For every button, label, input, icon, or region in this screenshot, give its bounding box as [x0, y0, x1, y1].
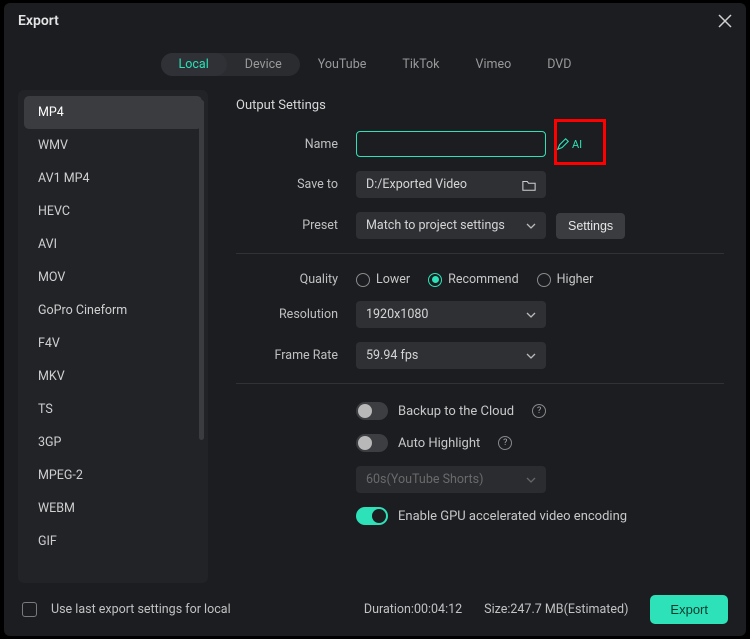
format-item-gopro[interactable]: GoPro Cineform — [24, 294, 202, 327]
format-item-mp4[interactable]: MP4 — [24, 96, 202, 129]
label-save-to: Save to — [236, 177, 356, 192]
format-item-webm[interactable]: WEBM — [24, 492, 202, 525]
chevron-down-icon — [526, 475, 536, 485]
chevron-down-icon — [526, 310, 536, 320]
help-icon[interactable]: ? — [532, 404, 546, 418]
help-icon[interactable]: ? — [498, 436, 512, 450]
save-to-field[interactable]: D:/Exported Video — [356, 171, 546, 198]
settings-panel: Output Settings Name AI Save to D:/Expor… — [208, 90, 732, 583]
auto-highlight-preset-select: 60s(YouTube Shorts) — [356, 466, 546, 493]
quality-recommend[interactable]: Recommend — [428, 272, 519, 287]
format-item-mpeg2[interactable]: MPEG-2 — [24, 459, 202, 492]
size-text: Size:247.7 MB(Estimated) — [484, 602, 628, 617]
format-item-av1mp4[interactable]: AV1 MP4 — [24, 162, 202, 195]
divider — [236, 383, 724, 384]
destination-tabs: Local Device YouTube TikTok Vimeo DVD — [4, 35, 746, 90]
format-item-f4v[interactable]: F4V — [24, 327, 202, 360]
chevron-down-icon — [526, 221, 536, 231]
divider — [236, 253, 724, 254]
format-item-mov[interactable]: MOV — [24, 261, 202, 294]
label-resolution: Resolution — [236, 307, 356, 322]
duration-text: Duration:00:04:12 — [364, 602, 462, 617]
quality-higher[interactable]: Higher — [537, 272, 594, 287]
format-item-3gp[interactable]: 3GP — [24, 426, 202, 459]
format-item-avi[interactable]: AVI — [24, 228, 202, 261]
section-title: Output Settings — [236, 98, 724, 113]
use-last-settings-label: Use last export settings for local — [51, 602, 231, 617]
format-item-wmv[interactable]: WMV — [24, 129, 202, 162]
tab-youtube[interactable]: YouTube — [300, 53, 385, 76]
resolution-select[interactable]: 1920x1080 — [356, 301, 546, 328]
gpu-toggle[interactable] — [356, 507, 388, 525]
chevron-down-icon — [526, 351, 536, 361]
format-sidebar: MP4 WMV AV1 MP4 HEVC AVI MOV GoPro Cinef… — [18, 90, 208, 583]
settings-button[interactable]: Settings — [556, 213, 625, 239]
backup-cloud-toggle[interactable] — [356, 402, 388, 420]
titlebar: Export — [4, 3, 746, 35]
label-quality: Quality — [236, 272, 356, 287]
label-name: Name — [236, 137, 356, 152]
backup-cloud-label: Backup to the Cloud — [398, 404, 514, 419]
tab-tiktok[interactable]: TikTok — [384, 53, 457, 76]
tab-vimeo[interactable]: Vimeo — [458, 53, 530, 76]
export-button[interactable]: Export — [650, 595, 728, 624]
format-item-mkv[interactable]: MKV — [24, 360, 202, 393]
auto-highlight-toggle[interactable] — [356, 434, 388, 452]
quality-lower[interactable]: Lower — [356, 272, 410, 287]
annotation-highlight — [554, 119, 606, 165]
label-frame-rate: Frame Rate — [236, 348, 356, 363]
sidebar-scrollbar[interactable] — [199, 100, 204, 440]
tab-dvd[interactable]: DVD — [529, 53, 589, 76]
footer: Use last export settings for local Durat… — [4, 583, 746, 636]
label-preset: Preset — [236, 218, 356, 233]
use-last-settings-checkbox[interactable] — [22, 602, 37, 617]
format-item-ts[interactable]: TS — [24, 393, 202, 426]
folder-icon — [522, 178, 536, 192]
dialog-title: Export — [18, 13, 59, 29]
frame-rate-select[interactable]: 59.94 fps — [356, 342, 546, 369]
name-input[interactable] — [356, 131, 546, 157]
close-icon[interactable] — [718, 14, 732, 28]
gpu-label: Enable GPU accelerated video encoding — [398, 509, 627, 524]
tab-local[interactable]: Local — [161, 53, 227, 76]
tab-device[interactable]: Device — [227, 53, 300, 76]
format-item-gif[interactable]: GIF — [24, 525, 202, 558]
export-dialog: Export Local Device YouTube TikTok Vimeo… — [4, 3, 746, 636]
preset-select[interactable]: Match to project settings — [356, 212, 546, 239]
auto-highlight-label: Auto Highlight — [398, 436, 480, 451]
format-item-hevc[interactable]: HEVC — [24, 195, 202, 228]
